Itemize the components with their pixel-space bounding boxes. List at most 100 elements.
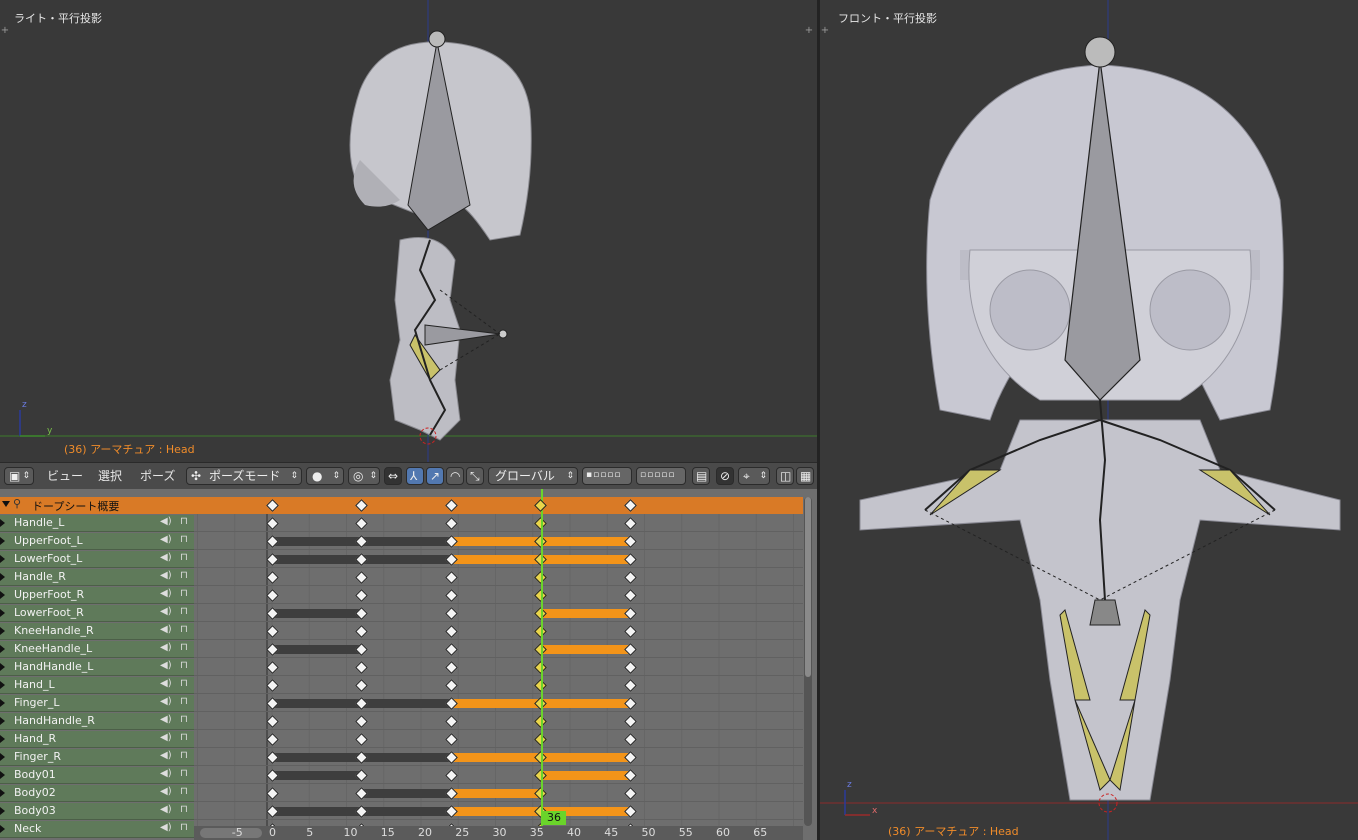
speaker-icon[interactable]: ◀) — [160, 588, 172, 599]
keyframe-diamond[interactable] — [444, 643, 458, 656]
keyframe-track[interactable] — [194, 695, 803, 712]
lock-icon[interactable]: ⊓ — [180, 768, 188, 779]
keyframe-diamond[interactable] — [355, 625, 369, 638]
keyframe-diamond[interactable] — [355, 715, 369, 728]
expand-icon[interactable] — [0, 555, 5, 563]
keyframe-track[interactable] — [194, 713, 803, 730]
scrollbar-thumb[interactable] — [805, 497, 811, 677]
expand-icon[interactable] — [0, 825, 5, 833]
keyframe-track[interactable] — [194, 569, 803, 586]
keyframe-diamond[interactable] — [444, 715, 458, 728]
layer-grid-1[interactable]: ▪▫▫▫▫ — [582, 467, 632, 485]
lock-icon[interactable]: ⊓ — [180, 642, 188, 653]
keyframe-diamond[interactable] — [623, 787, 637, 800]
lock-icon[interactable]: ⊓ — [180, 570, 188, 581]
lock-icon[interactable]: ⊓ — [180, 624, 188, 635]
menu-select[interactable]: 選択 — [98, 467, 122, 485]
speaker-icon[interactable]: ◀) — [160, 624, 172, 635]
channel-row[interactable]: KneeHandle_R ◀) ⊓ — [0, 623, 194, 640]
speaker-icon[interactable]: ◀) — [160, 804, 172, 815]
render-button[interactable]: ◫ — [776, 467, 794, 485]
keyframe-diamond[interactable] — [266, 625, 279, 638]
speaker-icon[interactable]: ◀) — [160, 660, 172, 671]
channel-row[interactable]: UpperFoot_L ◀) ⊓ — [0, 533, 194, 550]
channel-row[interactable]: Handle_R ◀) ⊓ — [0, 569, 194, 586]
lock-icon[interactable]: ⊓ — [180, 516, 188, 527]
lock-icon[interactable]: ⊓ — [180, 588, 188, 599]
editor-type-menu[interactable]: ▣ ⇕ — [4, 467, 34, 485]
speaker-icon[interactable]: ◀) — [160, 786, 172, 797]
lock-toggle[interactable]: ▤ — [692, 467, 710, 485]
keyframe-diamond[interactable] — [444, 661, 458, 674]
lock-icon[interactable]: ⊓ — [180, 750, 188, 761]
viewport-front-ortho[interactable]: フロント・平行投影 (36) アーマチュア : Head z x + — [820, 0, 1358, 840]
keyframe-track[interactable] — [194, 587, 803, 604]
hold-bar[interactable] — [361, 789, 451, 798]
keyframe-track[interactable] — [194, 551, 803, 568]
keyframe-track[interactable] — [194, 767, 803, 784]
keyframe-diamond[interactable] — [444, 589, 458, 602]
keyframe-diamond[interactable] — [355, 517, 369, 530]
hold-bar-selected[interactable] — [540, 771, 630, 780]
keyframe-diamond[interactable] — [444, 679, 458, 692]
lock-icon[interactable]: ⊓ — [180, 822, 188, 833]
anim-render-button[interactable]: ▦ — [796, 467, 814, 485]
keyframe-track[interactable] — [194, 749, 803, 766]
keyframe-diamond[interactable] — [266, 715, 279, 728]
rotate-toggle[interactable]: ↗ — [426, 467, 444, 485]
speaker-icon[interactable]: ◀) — [160, 678, 172, 689]
hold-bar-selected[interactable] — [450, 789, 541, 798]
speaker-icon[interactable]: ◀) — [160, 750, 172, 761]
lock-icon[interactable]: ⊓ — [180, 660, 188, 671]
channel-row[interactable]: Finger_R ◀) ⊓ — [0, 749, 194, 766]
channel-row[interactable]: Body02 ◀) ⊓ — [0, 785, 194, 802]
keyframe-track[interactable] — [194, 605, 803, 622]
expand-icon[interactable] — [0, 807, 5, 815]
speaker-icon[interactable]: ◀) — [160, 516, 172, 527]
channel-row[interactable]: Hand_R ◀) ⊓ — [0, 731, 194, 748]
playhead-line[interactable] — [541, 489, 543, 826]
orientation-select[interactable]: グローバル ⇕ — [488, 467, 578, 485]
lock-icon[interactable]: ⊓ — [180, 552, 188, 563]
keyframe-track[interactable] — [194, 731, 803, 748]
speaker-icon[interactable]: ◀) — [160, 714, 172, 725]
lock-icon[interactable]: ⊓ — [180, 678, 188, 689]
keyframe-diamond[interactable] — [444, 571, 458, 584]
speaker-icon[interactable]: ◀) — [160, 822, 172, 833]
keyframe-diamond[interactable] — [355, 679, 369, 692]
keyframe-diamond[interactable] — [623, 733, 637, 746]
lock-icon[interactable]: ⊓ — [180, 606, 188, 617]
hold-bar[interactable] — [272, 645, 362, 654]
keyframe-diamond[interactable] — [623, 715, 637, 728]
speaker-icon[interactable]: ◀) — [160, 570, 172, 581]
channel-row[interactable]: LowerFoot_R ◀) ⊓ — [0, 605, 194, 622]
keyframe-track[interactable] — [194, 533, 803, 550]
expand-icon[interactable] — [0, 699, 5, 707]
expand-icon[interactable] — [0, 681, 5, 689]
proportional-toggle[interactable]: ⊘ — [716, 467, 734, 485]
expand-icon[interactable] — [0, 717, 5, 725]
mode-select[interactable]: ✣ ポーズモード ⇕ — [186, 467, 302, 485]
keyframe-diamond[interactable] — [444, 733, 458, 746]
expand-icon[interactable] — [0, 735, 5, 743]
speaker-icon[interactable]: ◀) — [160, 534, 172, 545]
keyframe-diamond[interactable] — [266, 661, 279, 674]
keyframe-diamond[interactable] — [355, 571, 369, 584]
channel-row[interactable]: Handle_L ◀) ⊓ — [0, 515, 194, 532]
menu-pose[interactable]: ポーズ — [140, 467, 175, 485]
keyframe-diamond[interactable] — [444, 517, 458, 530]
hold-bar[interactable] — [272, 771, 362, 780]
channel-row[interactable]: UpperFoot_R ◀) ⊓ — [0, 587, 194, 604]
channel-row[interactable]: Finger_L ◀) ⊓ — [0, 695, 194, 712]
expand-icon[interactable] — [0, 663, 5, 671]
keyframe-diamond[interactable] — [623, 571, 637, 584]
expand-icon[interactable] — [0, 573, 5, 581]
channel-row[interactable]: Neck ◀) ⊓ — [0, 821, 194, 838]
keyframe-track[interactable] — [194, 803, 803, 820]
dopesheet-summary-row[interactable]: ⚲ ドープシート概要 — [0, 497, 803, 514]
channel-row[interactable]: HandHandle_L ◀) ⊓ — [0, 659, 194, 676]
scale-toggle[interactable]: ⤡ — [466, 467, 484, 485]
expand-icon[interactable] — [0, 609, 5, 617]
channel-row[interactable]: HandHandle_R ◀) ⊓ — [0, 713, 194, 730]
hold-bar-selected[interactable] — [540, 645, 630, 654]
